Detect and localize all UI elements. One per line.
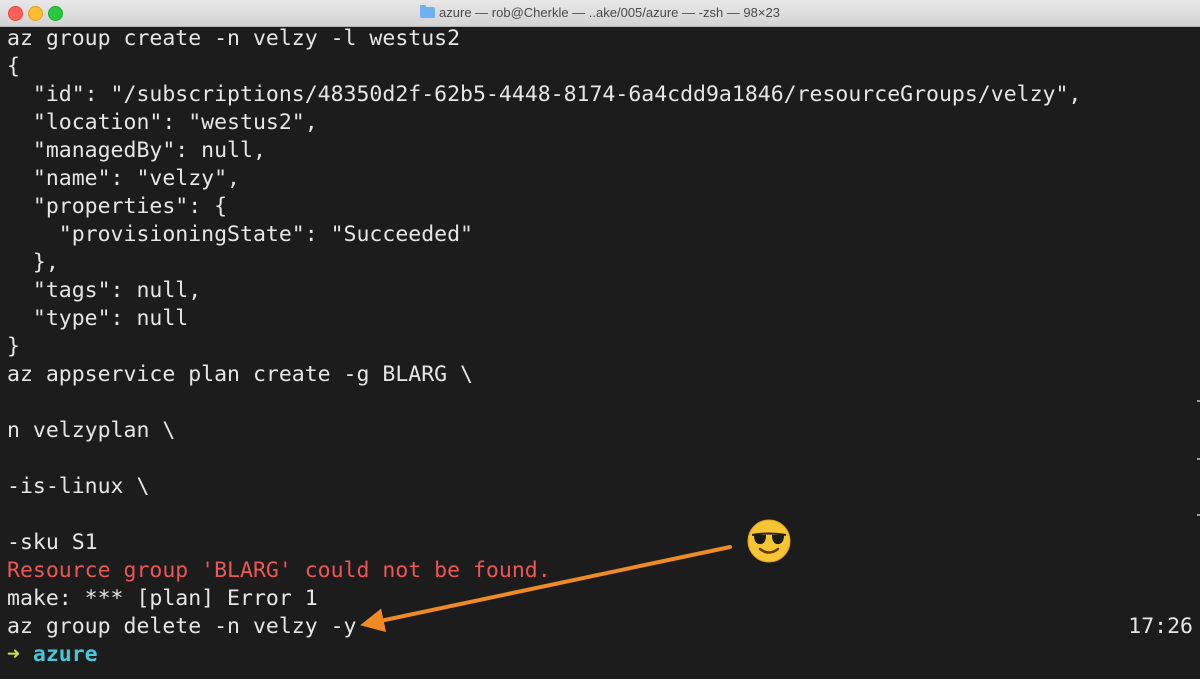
orange-arrow-icon	[360, 545, 732, 633]
smiling-face-with-sunglasses-icon	[747, 519, 791, 563]
annotation-overlay	[360, 545, 732, 633]
terminal-window: azure — rob@Cherkle — ..ake/005/azure — …	[0, 0, 1200, 679]
